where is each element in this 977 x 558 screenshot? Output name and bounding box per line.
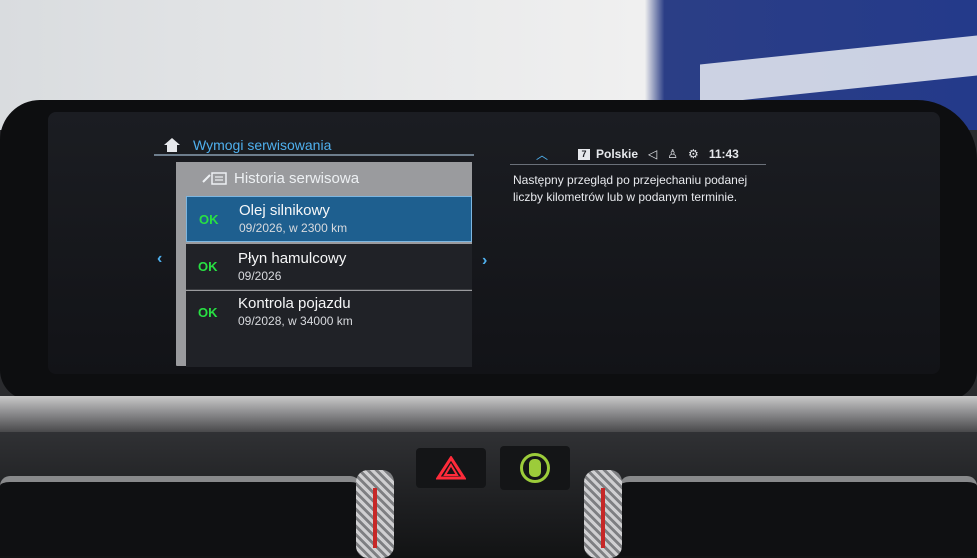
service-list-panel: Historia serwisowa OK Olej silnikowy 09/… [176,162,472,367]
list-header-label: Historia serwisowa [234,169,360,187]
home-icon[interactable] [164,138,180,152]
service-history-icon [202,172,227,185]
item-name: Płyn hamulcowy [238,249,347,267]
status-ok-badge: OK [198,305,218,320]
chevron-left-icon[interactable]: ‹ [157,250,162,268]
user-icon: ♙ [667,147,679,161]
list-item-vehicle-check[interactable]: OK Kontrola pojazdu 09/2028, w 34000 km [186,291,472,367]
item-name: Olej silnikowy [239,202,330,219]
vent-knob-right[interactable] [584,470,622,558]
status-ok-badge: OK [198,259,218,274]
item-detail: 09/2026 [238,268,282,283]
title-divider [154,154,474,156]
clock: 11:43 [708,147,739,161]
traffic-assist-button[interactable] [500,446,570,490]
vent-knob-left[interactable] [356,470,394,558]
air-vent-right [620,476,977,556]
item-detail: 09/2026, w 2300 km [239,221,348,235]
item-name: Kontrola pojazdu [238,295,351,312]
list-header[interactable]: Historia serwisowa [176,162,472,194]
hazard-triangle-icon [436,456,466,480]
item-detail: 09/2028, w 34000 km [238,314,353,328]
service-info-text: Następny przegląd po przejechaniu podane… [513,173,748,204]
connected-icon: ⚙ [688,147,699,161]
traffic-light-icon [520,453,550,483]
list-item-brake-fluid[interactable]: OK Płyn hamulcowy 09/2026 [186,244,472,290]
list-item-engine-oil[interactable]: OK Olej silnikowy 09/2026, w 2300 km [186,196,472,242]
notification-badge[interactable]: 7 [578,148,591,160]
page-title: Wymogi serwisowania [193,137,332,153]
status-divider [510,164,766,165]
language-label: Polskie [596,147,639,161]
hazard-button[interactable] [416,448,486,488]
speaker-icon: ◁ [648,147,658,161]
status-ok-badge: OK [199,211,219,227]
air-vent-left [0,476,360,556]
chevron-up-icon[interactable]: ︿ [536,146,548,163]
status-bar: ︿ 7 Polskie ◁ ♙ ⚙ 11:43 [536,145,766,163]
chevron-right-icon[interactable]: › [482,252,487,270]
dashboard-trim [0,396,977,436]
